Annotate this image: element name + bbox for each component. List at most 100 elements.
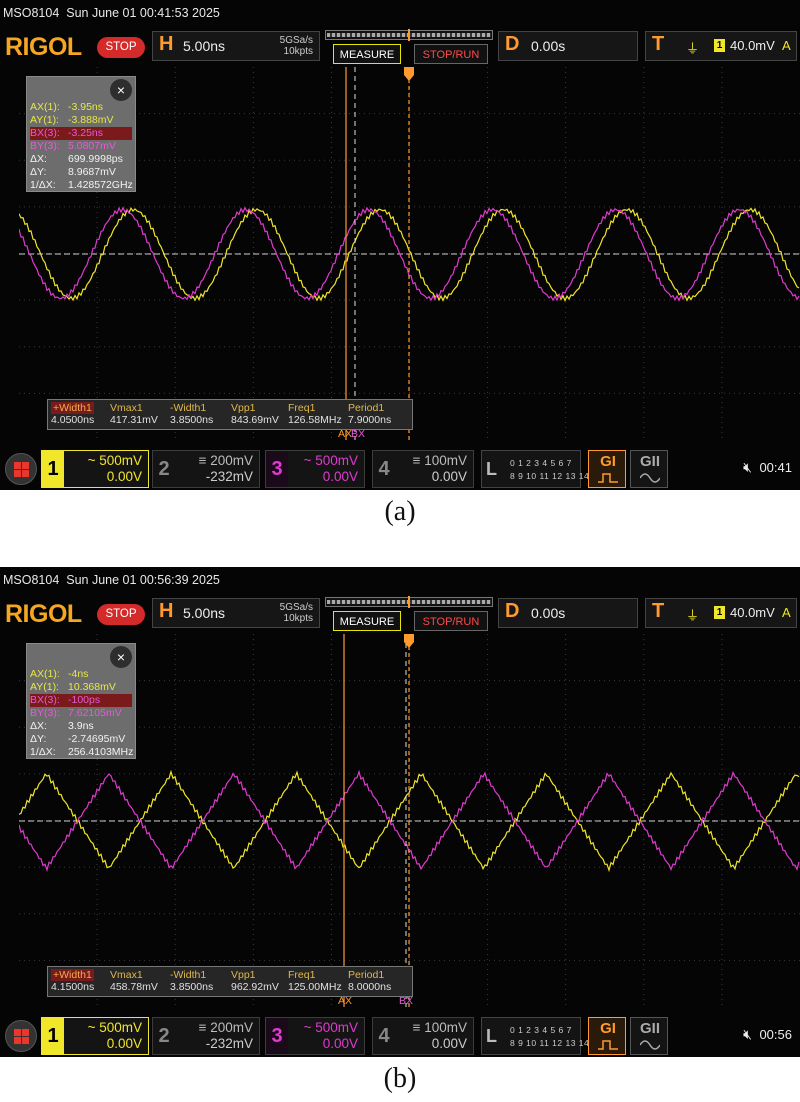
channel-4-box[interactable]: 4 ≡ 100mV 0.00V <box>372 1017 474 1055</box>
channel-offset: 0.00V <box>322 469 358 484</box>
run-status-button[interactable]: STOP <box>97 604 145 625</box>
channel-scale-value: 500mV <box>99 453 142 468</box>
measurement-2[interactable]: -Width1 3.8500ns <box>170 969 213 993</box>
measure-button[interactable]: MEASURE <box>333 44 401 64</box>
delay-box[interactable]: D 0.00s <box>498 598 638 628</box>
measurement-4[interactable]: Freq1 125.00MHz <box>288 969 342 993</box>
channel-offset: 0.00V <box>106 1036 142 1051</box>
channel-1-box[interactable]: 1 ~ 500mV 0.00V <box>41 450 149 488</box>
measurement-name: +Width1 <box>51 402 95 414</box>
logic-analyzer-box[interactable]: L 0 1 2 3 4 5 6 7 8 9 10 11 12 13 14 15 <box>481 450 602 488</box>
channel-3-box[interactable]: 3 ~ 500mV 0.00V <box>265 450 365 488</box>
measurement-bar: +Width1 4.0500ns Vmax1 417.31mV -Width1 3.850… <box>47 399 413 430</box>
generator-2-button[interactable]: GII <box>630 450 668 488</box>
menu-button[interactable] <box>5 1020 37 1052</box>
channel-3-box[interactable]: 3 ~ 500mV 0.00V <box>265 1017 365 1055</box>
channel-number: 2 <box>158 458 170 480</box>
channel-scale-value: 200mV <box>210 1020 253 1035</box>
memory-marker <box>408 29 410 41</box>
waveform-grid[interactable] <box>19 67 800 440</box>
trigger-source: 1 <box>714 39 725 52</box>
measurement-0[interactable]: +Width1 4.1500ns <box>51 969 95 993</box>
delay-value: 0.00s <box>531 605 566 621</box>
measurement-name: Freq1 <box>288 402 316 414</box>
cursor-row: ΔY: -2.74695mV <box>30 733 132 746</box>
trigger-level: 40.0mV <box>730 605 775 620</box>
measurement-3[interactable]: Vpp1 962.92mV <box>231 969 279 993</box>
cursor-row-value: 5.0807mV <box>68 140 116 152</box>
menu-grid-icon <box>22 462 29 469</box>
speaker-mute-icon[interactable]: 🔇︎ <box>743 1026 752 1043</box>
measurement-5[interactable]: Period1 8.0000ns <box>348 969 391 993</box>
stop-run-button[interactable]: STOP/RUN <box>414 44 488 64</box>
logic-letter: L <box>486 459 497 479</box>
sample-rate: 5GSa/s <box>279 35 313 46</box>
generator-1-label: GI <box>600 1020 616 1037</box>
measurement-name: -Width1 <box>170 969 207 981</box>
logic-analyzer-box[interactable]: L 0 1 2 3 4 5 6 7 8 9 10 11 12 13 14 15 <box>481 1017 602 1055</box>
coupling-icon: ≡ <box>412 453 425 468</box>
memory-position-bar[interactable] <box>325 29 493 41</box>
speaker-mute-icon[interactable]: 🔇︎ <box>743 459 752 476</box>
cursor-row: AX(1): -4ns <box>30 668 132 681</box>
cursor-a-label: AX <box>338 995 353 1007</box>
horizontal-timebase-box[interactable]: H 5.00ns 5GSa/s 10kpts <box>152 31 320 61</box>
measurement-5[interactable]: Period1 7.9000ns <box>348 402 391 426</box>
oscilloscope-screen-b: MSO8104 Sun June 01 00:56:39 2025 RIGOL … <box>0 567 800 1057</box>
measurement-value: 3.8500ns <box>170 981 214 993</box>
measurement-value: 126.58MHz <box>288 414 342 426</box>
horizontal-letter: H <box>159 33 174 55</box>
channel-scale-value: 500mV <box>315 1020 358 1035</box>
channel-offset: 0.00V <box>322 1036 358 1051</box>
measurement-0[interactable]: +Width1 4.0500ns <box>51 402 95 426</box>
measurement-3[interactable]: Vpp1 843.69mV <box>231 402 279 426</box>
channel-2-box[interactable]: 2 ≡ 200mV -232mV <box>152 450 260 488</box>
waveform-grid[interactable] <box>19 634 800 1007</box>
channel-scale-value: 100mV <box>424 453 467 468</box>
trigger-position-marker[interactable] <box>404 67 414 81</box>
sample-rate: 5GSa/s <box>279 602 313 613</box>
trigger-box[interactable]: T ⏚ 1 40.0mV A <box>645 31 797 61</box>
measure-button[interactable]: MEASURE <box>333 611 401 631</box>
menu-grid-icon <box>22 1037 29 1044</box>
memory-depth: 10kpts <box>283 46 313 57</box>
menu-grid-icon <box>14 1029 21 1036</box>
measurement-name: +Width1 <box>51 969 95 981</box>
measurement-4[interactable]: Freq1 126.58MHz <box>288 402 342 426</box>
channel-offset: 0.00V <box>106 469 142 484</box>
cursor-row-value: 256.4103MHz <box>68 746 134 758</box>
channel-number: 1 <box>42 451 64 487</box>
stop-run-button[interactable]: STOP/RUN <box>414 611 488 631</box>
run-status-button[interactable]: STOP <box>97 37 145 58</box>
trigger-box[interactable]: T ⏚ 1 40.0mV A <box>645 598 797 628</box>
cursor-row: AY(1): -3.888mV <box>30 114 132 127</box>
generator-2-button[interactable]: GII <box>630 1017 668 1055</box>
generator-2-label: GII <box>639 453 660 470</box>
measurement-value: 417.31mV <box>110 414 158 426</box>
menu-grid-icon <box>22 1029 29 1036</box>
horizontal-timebase-box[interactable]: H 5.00ns 5GSa/s 10kpts <box>152 598 320 628</box>
cursor-row: 1/ΔX: 256.4103MHz <box>30 746 134 759</box>
close-icon[interactable]: × <box>110 79 132 101</box>
measurement-bar: +Width1 4.1500ns Vmax1 458.78mV -Width1 3.850… <box>47 966 413 997</box>
measurement-1[interactable]: Vmax1 417.31mV <box>110 402 158 426</box>
cursor-row-value: 8.9687mV <box>68 166 116 178</box>
generator-1-button[interactable]: GI <box>588 1017 626 1055</box>
memory-position-bar[interactable] <box>325 596 493 608</box>
cursor-row-label: BX(3): <box>30 694 60 706</box>
delay-box[interactable]: D 0.00s <box>498 31 638 61</box>
coupling-icon: ≡ <box>412 1020 425 1035</box>
cursor-row-label: AY(1): <box>30 114 59 126</box>
channel-2-box[interactable]: 2 ≡ 200mV -232mV <box>152 1017 260 1055</box>
channel-scale-value: 500mV <box>99 1020 142 1035</box>
channel-scale: ~ 500mV <box>304 453 358 468</box>
close-icon[interactable]: × <box>110 646 132 668</box>
measurement-1[interactable]: Vmax1 458.78mV <box>110 969 158 993</box>
coupling-icon: ~ <box>87 1020 100 1035</box>
measurement-2[interactable]: -Width1 3.8500ns <box>170 402 213 426</box>
channel-1-box[interactable]: 1 ~ 500mV 0.00V <box>41 1017 149 1055</box>
cursor-row: ΔX: 699.9998ps <box>30 153 132 166</box>
channel-4-box[interactable]: 4 ≡ 100mV 0.00V <box>372 450 474 488</box>
generator-1-button[interactable]: GI <box>588 450 626 488</box>
menu-button[interactable] <box>5 453 37 485</box>
